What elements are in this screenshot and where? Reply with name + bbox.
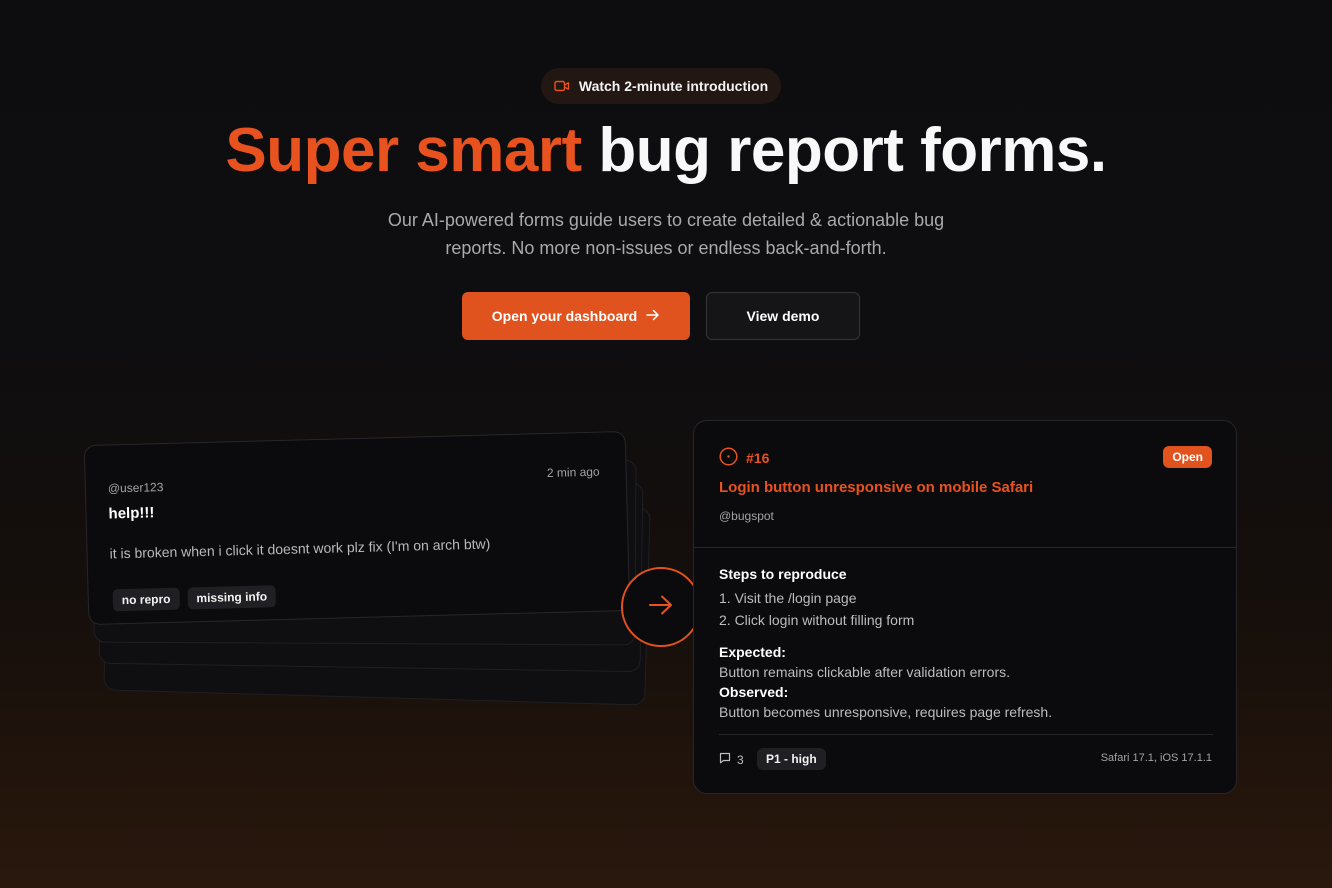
issue-number-label: #16 <box>746 450 770 466</box>
watch-introduction-label: Watch 2-minute introduction <box>578 78 769 94</box>
steps-heading: Steps to reproduce <box>719 566 847 582</box>
comment-count[interactable]: 3 <box>719 752 744 767</box>
subtitle-line-1: Our AI-powered forms guide users to crea… <box>387 210 945 230</box>
tag-missing-info: missing info <box>187 585 277 610</box>
arrow-right-icon <box>646 308 660 324</box>
observed-heading: Observed: <box>719 684 789 700</box>
video-camera-icon <box>554 80 570 92</box>
watch-introduction-pill[interactable]: Watch 2-minute introduction <box>541 68 781 104</box>
tag-no-repro: no repro <box>112 587 180 612</box>
comment-count-label: 3 <box>737 752 744 767</box>
headline-accent: Super smart <box>225 116 582 185</box>
expected-heading: Expected: <box>719 644 786 660</box>
view-demo-button[interactable]: View demo <box>706 292 860 340</box>
view-demo-label: View demo <box>746 308 820 324</box>
issue-number: #16 <box>719 447 769 469</box>
comment-icon <box>719 752 731 767</box>
issue-title: Login button unresponsive on mobile Safa… <box>719 479 1034 496</box>
divider <box>719 734 1213 735</box>
issue-author: @bugspot <box>719 509 774 523</box>
open-dashboard-label: Open your dashboard <box>491 308 638 324</box>
arrow-right-icon <box>648 594 674 621</box>
hero-subtitle: Our AI-powered forms guide users to crea… <box>366 206 966 262</box>
report-username: @user123 <box>107 480 164 496</box>
priority-badge: P1 - high <box>757 748 826 770</box>
raw-report-card: @user123 2 min ago help!!! it is broken … <box>83 430 631 626</box>
subtitle-line-2: reports. No more non-issues or endless b… <box>445 238 887 258</box>
issue-card: #16 Open Login button unresponsive on mo… <box>693 420 1237 794</box>
issue-open-icon <box>719 447 738 469</box>
report-timestamp: 2 min ago <box>546 464 600 481</box>
report-tags: no repro missing info <box>112 585 277 612</box>
hero-headline: Super smart bug report forms. <box>0 115 1332 187</box>
status-badge: Open <box>1163 446 1212 468</box>
environment-info: Safari 17.1, iOS 17.1.1 <box>1100 752 1212 764</box>
headline-rest: bug report forms. <box>598 116 1107 185</box>
expected-text: Button remains clickable after validatio… <box>719 664 1011 680</box>
observed-text: Button becomes unresponsive, requires pa… <box>719 704 1053 720</box>
raw-report-stack: @user123 2 min ago help!!! it is broken … <box>83 428 654 718</box>
step-item: 1. Visit the /login page <box>719 590 857 606</box>
step-item: 2. Click login without filling form <box>719 612 915 628</box>
report-title: help!!! <box>108 504 155 523</box>
open-dashboard-button[interactable]: Open your dashboard <box>462 292 690 340</box>
transform-arrow <box>621 567 701 647</box>
divider <box>694 547 1236 548</box>
report-body: it is broken when i click it doesnt work… <box>109 535 491 562</box>
